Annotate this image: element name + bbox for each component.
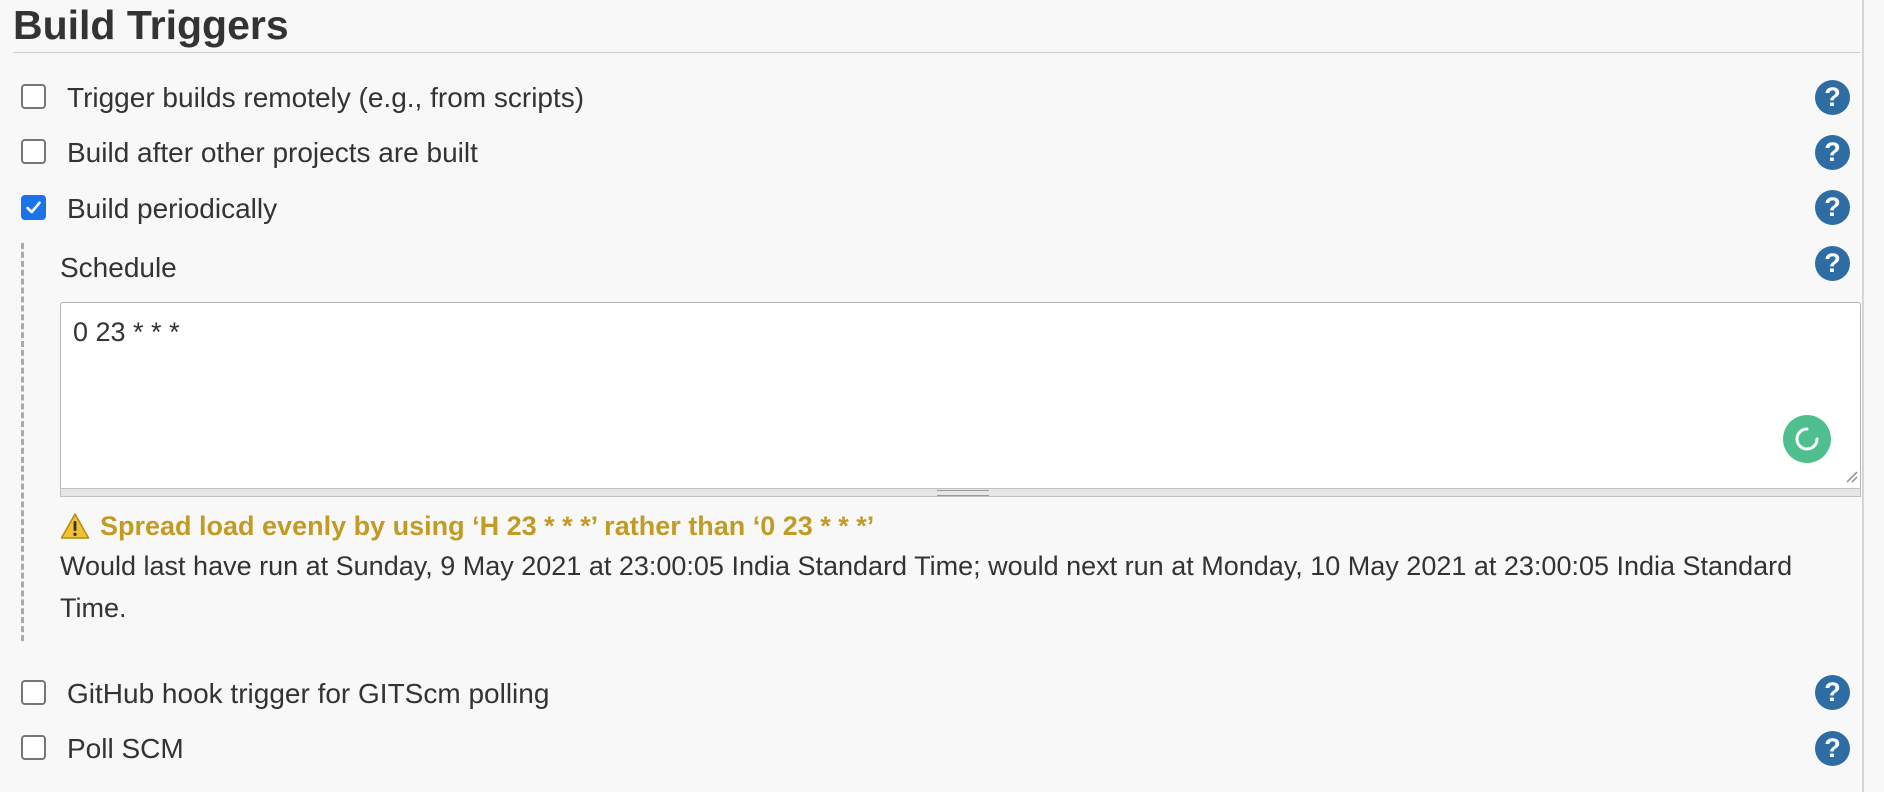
schedule-label: Schedule [60, 252, 177, 283]
trigger-after-other-projects-checkbox[interactable] [21, 139, 46, 164]
build-triggers-page: Build Triggers Trigger builds remotely (… [0, 0, 1884, 792]
trigger-row-remote: Trigger builds remotely (e.g., from scri… [21, 81, 1861, 128]
schedule-input[interactable]: 0 23 * * * [60, 302, 1861, 495]
help-icon[interactable]: ? [1815, 675, 1850, 710]
trigger-row-after-other-projects: Build after other projects are built [21, 136, 1861, 183]
trigger-github-hook-label[interactable]: GitHub hook trigger for GITScm polling [67, 677, 549, 711]
trigger-build-periodically-checkbox[interactable] [21, 195, 46, 220]
trigger-poll-scm-label[interactable]: Poll SCM [67, 732, 184, 766]
help-icon[interactable]: ? [1815, 731, 1850, 766]
help-icon[interactable]: ? [1815, 190, 1850, 225]
help-icon[interactable]: ? [1815, 135, 1850, 170]
section-divider [13, 52, 1860, 53]
trigger-remote-label[interactable]: Trigger builds remotely (e.g., from scri… [67, 81, 584, 115]
trigger-poll-scm-checkbox[interactable] [21, 735, 46, 760]
loading-spinner-icon [1783, 415, 1831, 463]
help-icon[interactable]: ? [1815, 80, 1850, 115]
trigger-after-other-projects-label[interactable]: Build after other projects are built [67, 136, 478, 170]
trigger-build-periodically-label[interactable]: Build periodically [67, 192, 277, 226]
warning-icon [60, 513, 90, 539]
schedule-warning-text: Spread load evenly by using ‘H 23 * * *’… [100, 511, 875, 541]
resize-corner-icon[interactable] [1844, 469, 1858, 483]
textarea-resize-bar[interactable] [60, 488, 1861, 497]
trigger-row-github-hook: GitHub hook trigger for GITScm polling [21, 677, 1861, 724]
trigger-row-poll-scm: Poll SCM [21, 732, 1861, 779]
trigger-row-build-periodically: Build periodically [21, 192, 1861, 239]
section-title: Build Triggers [13, 2, 289, 48]
schedule-run-info: Would last have run at Sunday, 9 May 202… [60, 551, 1793, 623]
trigger-github-hook-checkbox[interactable] [21, 680, 46, 705]
schedule-section: Schedule 0 23 * * * Spread load evenly b… [21, 243, 1866, 641]
trigger-remote-checkbox[interactable] [21, 84, 46, 109]
checkmark-icon [26, 201, 41, 214]
help-icon[interactable]: ? [1815, 246, 1850, 281]
resize-grip[interactable] [937, 490, 989, 496]
